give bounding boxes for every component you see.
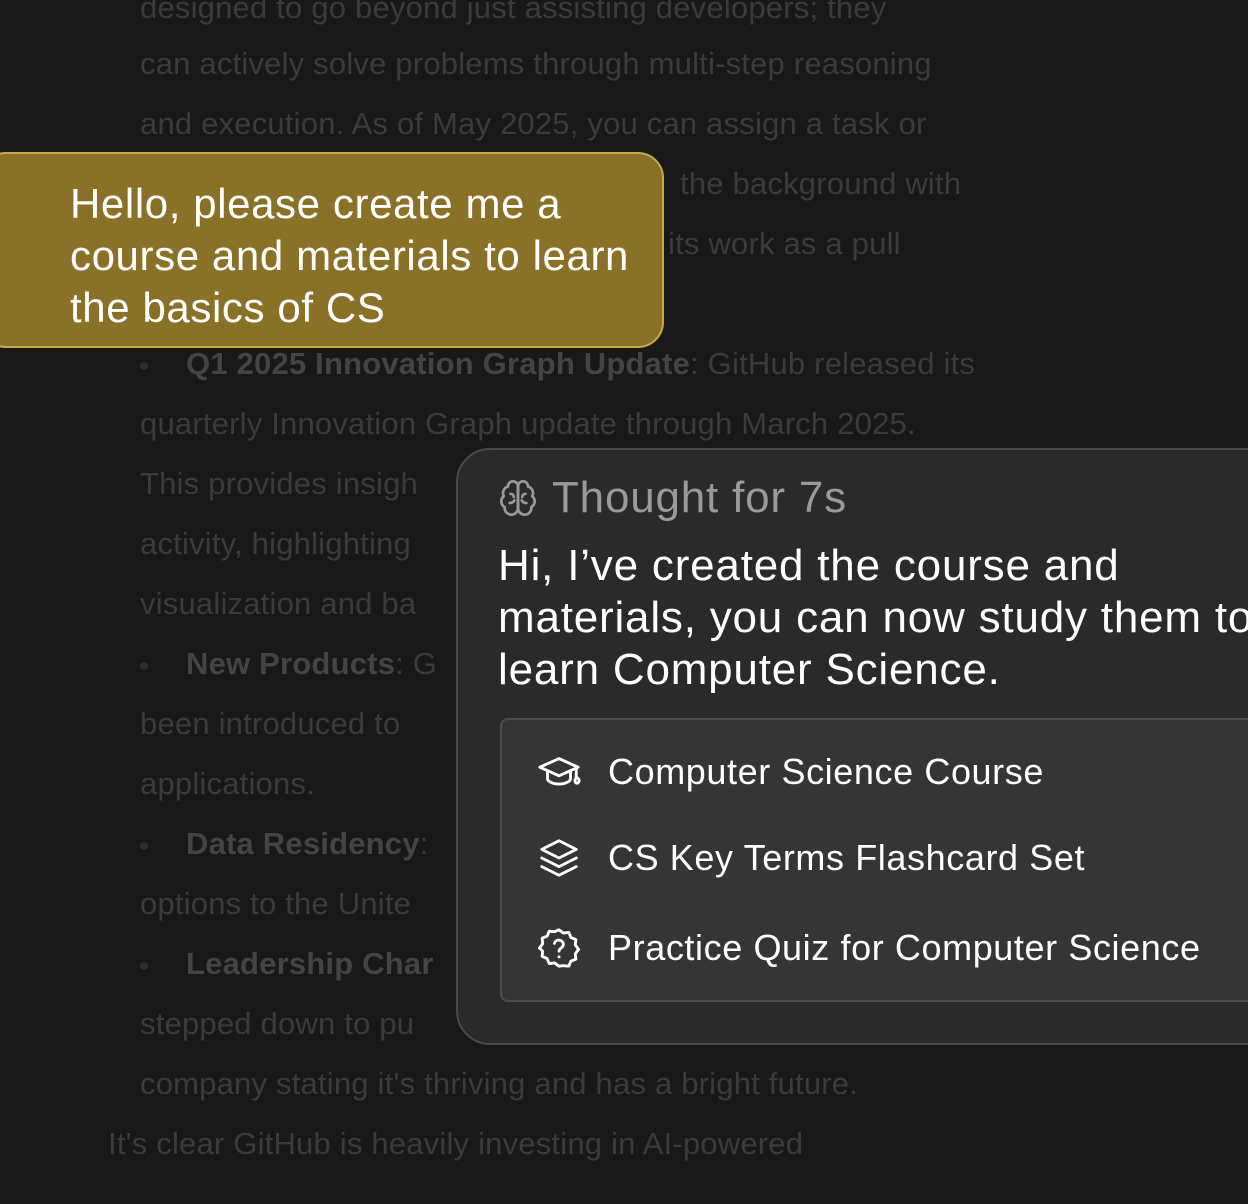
doc-bullet: [140, 842, 148, 850]
doc-line: its work as a pull: [668, 226, 901, 261]
doc-line: company stating it's thriving and has a …: [140, 1066, 859, 1101]
doc-line: Leadership Char: [186, 944, 434, 984]
doc-line-rest: : G: [395, 646, 438, 681]
doc-line: the background with: [680, 166, 962, 201]
material-item-quiz[interactable]: Practice Quiz for Computer Science: [536, 918, 1201, 978]
doc-line: quarterly Innovation Graph update throug…: [140, 406, 916, 441]
doc-line: It's clear GitHub is heavily investing i…: [108, 1126, 804, 1161]
doc-bold-term: New Products: [186, 646, 396, 681]
doc-line: Data Residency:: [186, 824, 429, 864]
layers-icon: [536, 835, 582, 881]
doc-line: This provides insigh: [140, 466, 418, 501]
doc-line-rest: : GitHub released its: [690, 346, 976, 381]
material-item-course[interactable]: Computer Science Course: [536, 742, 1044, 802]
assistant-response-card: Thought for 7s Hi, I’ve created the cour…: [456, 448, 1248, 1045]
thought-label: Thought for 7s: [552, 473, 847, 522]
assistant-reply-text: Hi, I’ve created the course and material…: [498, 541, 1248, 694]
thought-indicator[interactable]: Thought for 7s: [498, 470, 847, 526]
quiz-badge-icon: [536, 925, 582, 971]
doc-bold-term: Leadership Char: [186, 946, 434, 981]
user-message-text: Hello, please create me a course and mat…: [70, 180, 630, 331]
doc-line: been introduced to: [140, 706, 401, 741]
material-label: Computer Science Course: [608, 751, 1044, 792]
doc-bullet: [140, 362, 148, 370]
doc-line: stepped down to pu: [140, 1006, 415, 1041]
doc-line-rest: :: [419, 826, 429, 861]
materials-list: Computer Science Course CS Key Terms Fla…: [500, 718, 1248, 1002]
doc-line: options to the Unite: [140, 886, 412, 921]
doc-bold-term: Data Residency: [186, 826, 420, 861]
material-label: CS Key Terms Flashcard Set: [608, 837, 1086, 878]
doc-line: designed to go beyond just assisting dev…: [140, 0, 887, 25]
doc-line: and execution. As of May 2025, you can a…: [140, 106, 927, 141]
doc-line: can actively solve problems through mult…: [140, 46, 932, 81]
graduation-cap-icon: [536, 749, 582, 795]
doc-line: visualization and ba: [140, 586, 417, 621]
brain-icon: [498, 478, 538, 518]
doc-bold-term: Q1 2025 Innovation Graph Update: [186, 346, 691, 381]
doc-line: activity, highlighting: [140, 526, 411, 561]
material-label: Practice Quiz for Computer Science: [608, 927, 1201, 968]
material-item-flashcards[interactable]: CS Key Terms Flashcard Set: [536, 828, 1085, 888]
doc-line: Q1 2025 Innovation Graph Update: GitHub …: [186, 344, 975, 384]
doc-bullet: [140, 662, 148, 670]
user-message-bubble: Hello, please create me a course and mat…: [0, 152, 664, 348]
doc-bullet: [140, 962, 148, 970]
doc-line: applications.: [140, 766, 315, 801]
doc-line: New Products: G: [186, 644, 437, 684]
